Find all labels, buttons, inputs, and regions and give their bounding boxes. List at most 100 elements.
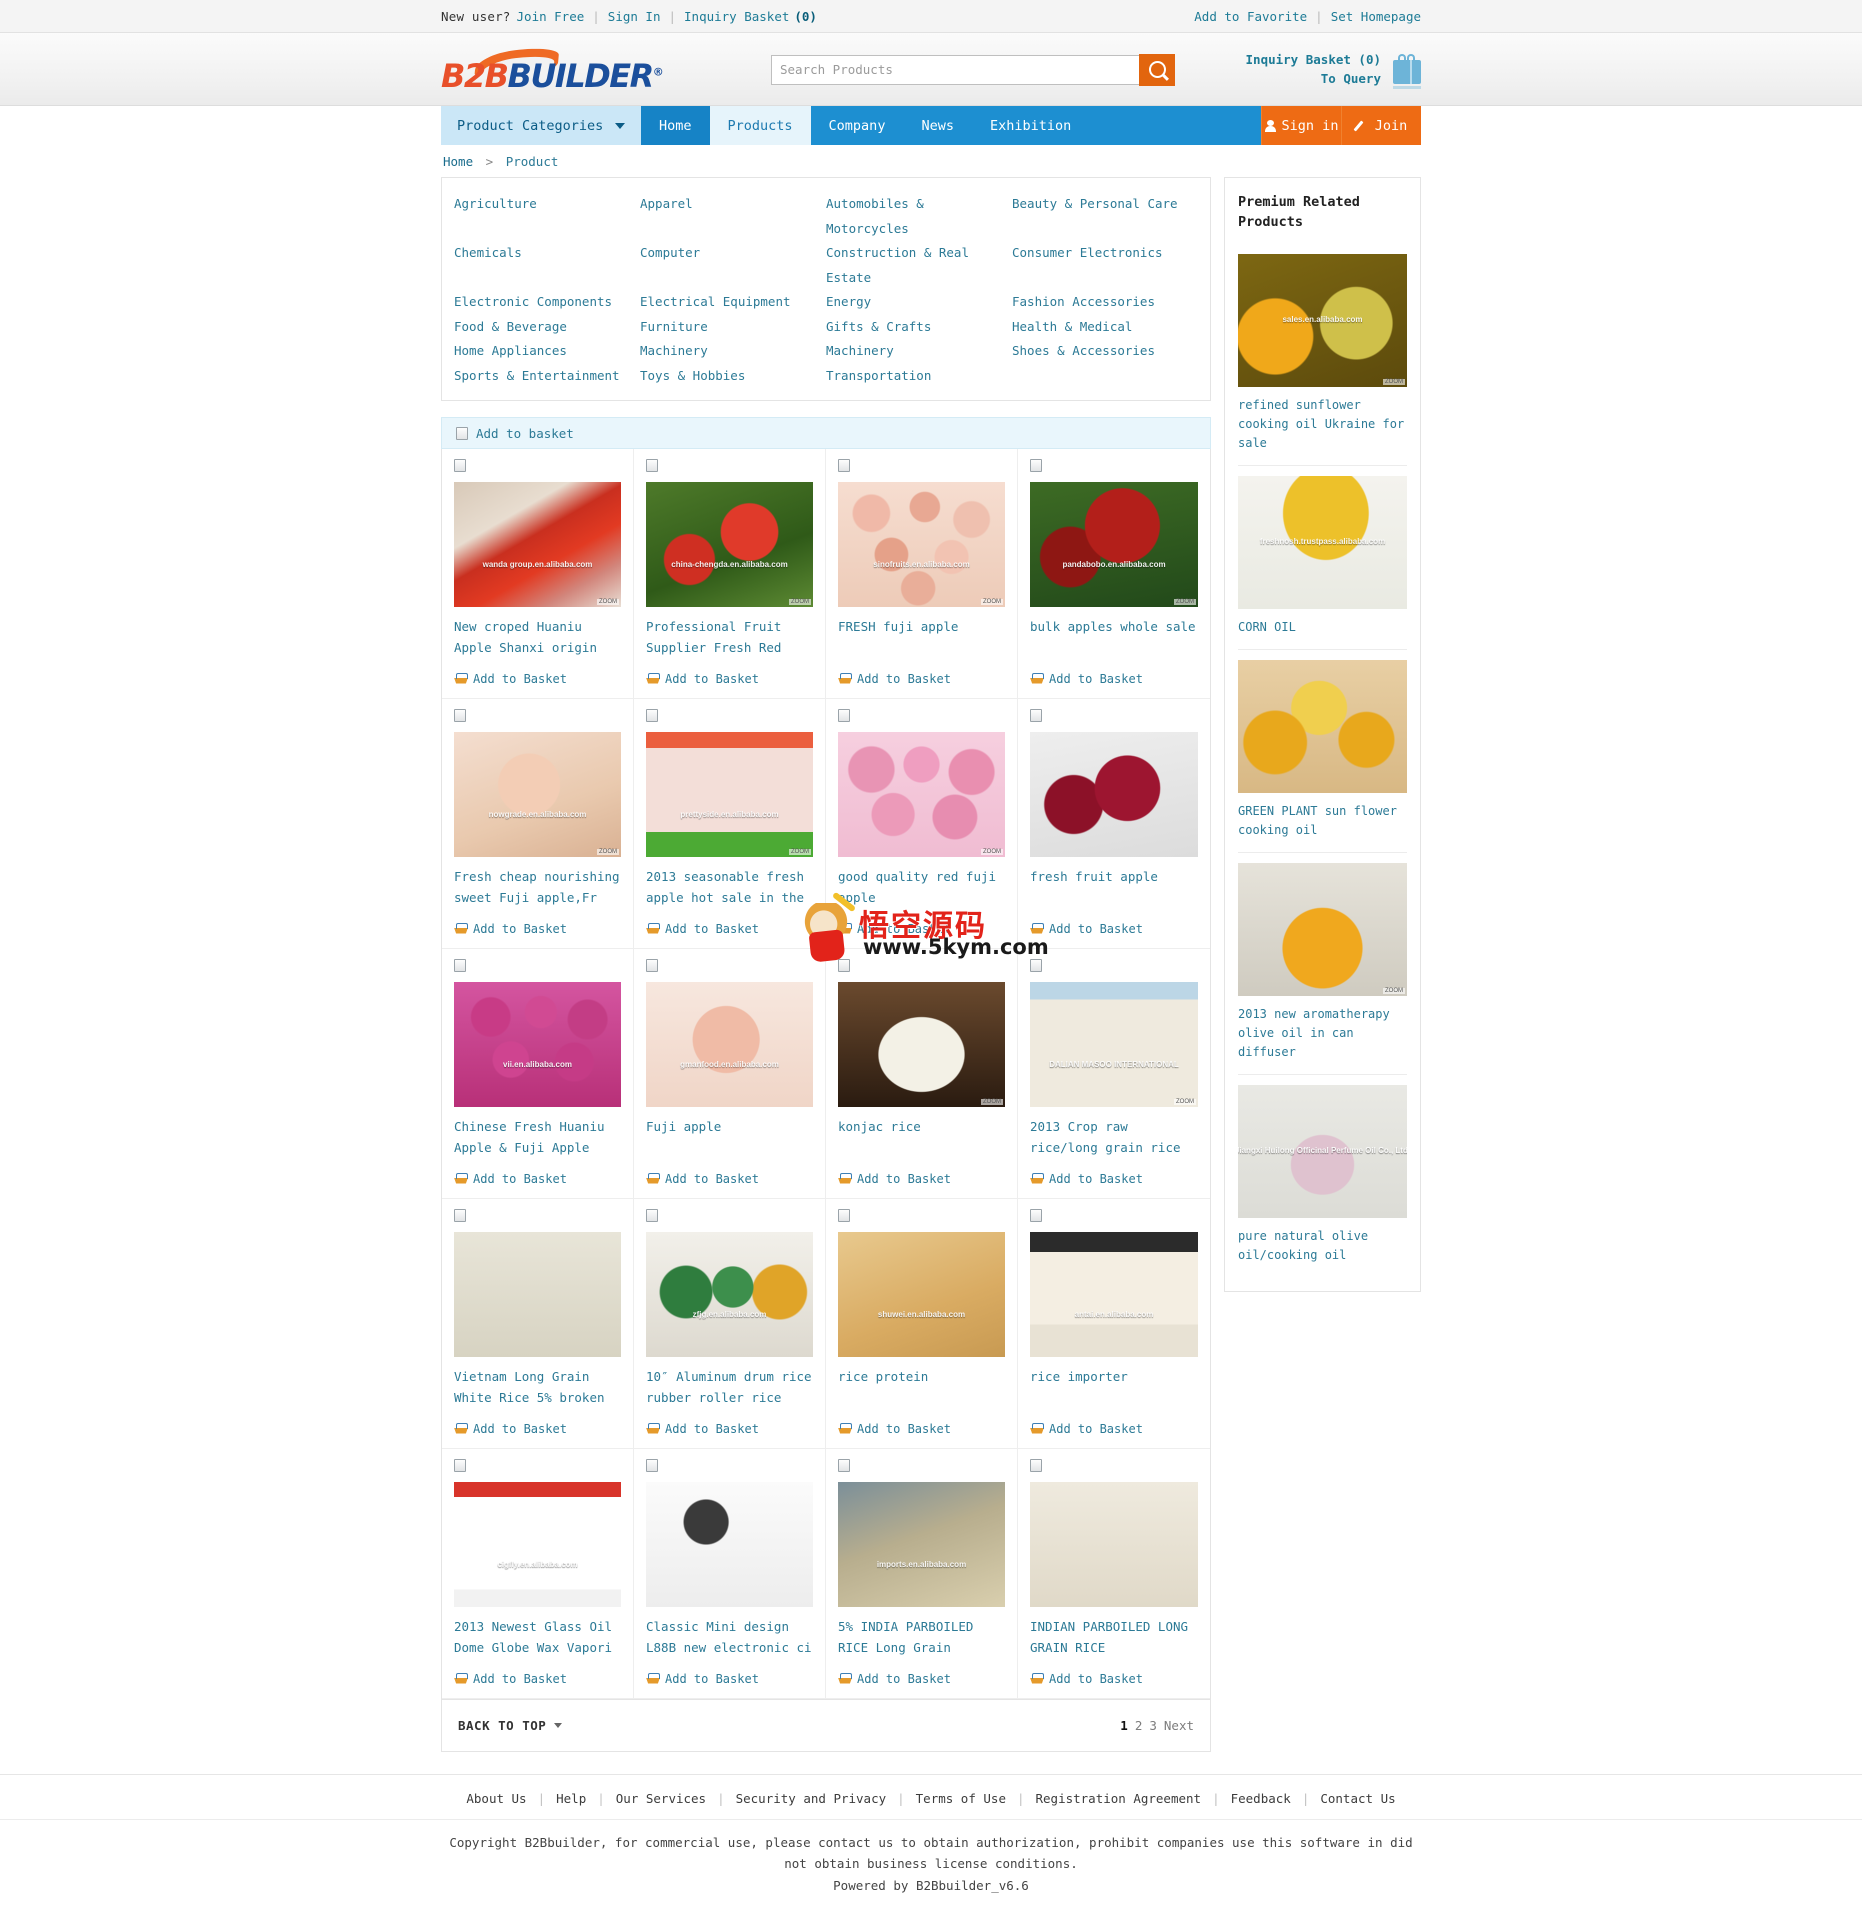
footer-link-security-and-privacy[interactable]: Security and Privacy — [736, 1791, 887, 1806]
product-title-link[interactable]: rice protein — [838, 1366, 1005, 1387]
search-input[interactable] — [771, 54, 1139, 85]
category-link-transportation[interactable]: Transportation — [826, 364, 1012, 389]
add-to-basket-link[interactable]: Add to Basket — [473, 1172, 567, 1186]
add-to-basket-link[interactable]: Add to Basket — [1049, 922, 1143, 936]
product-add-to-basket[interactable]: Add to Basket — [838, 1672, 951, 1686]
category-link-home-appliances[interactable]: Home Appliances — [454, 339, 640, 364]
product-add-to-basket[interactable]: Add to Basket — [646, 1172, 759, 1186]
product-title-link[interactable]: Classic Mini design L88B new electronic … — [646, 1616, 813, 1658]
add-to-basket-link[interactable]: Add to Basket — [857, 672, 951, 686]
category-link-shoes-accessories[interactable]: Shoes & Accessories — [1012, 339, 1198, 364]
product-select-checkbox[interactable] — [454, 709, 466, 722]
product-add-to-basket[interactable]: Add to Basket — [838, 672, 951, 686]
product-title-link[interactable]: fresh fruit apple — [1030, 866, 1198, 887]
product-title-link[interactable]: Fresh cheap nourishing sweet Fuji apple,… — [454, 866, 621, 908]
category-link-machinery[interactable]: Machinery — [826, 339, 1012, 364]
product-select-checkbox[interactable] — [454, 459, 466, 472]
footer-link-terms-of-use[interactable]: Terms of Use — [916, 1791, 1006, 1806]
footer-link-registration-agreement[interactable]: Registration Agreement — [1036, 1791, 1202, 1806]
add-to-basket-link[interactable]: Add to Basket — [1049, 672, 1143, 686]
product-select-checkbox[interactable] — [838, 1209, 850, 1222]
sign-in-link[interactable]: Sign In — [608, 9, 661, 24]
nav-join-button[interactable]: Join — [1341, 106, 1421, 145]
product-title-link[interactable]: bulk apples whole sale — [1030, 616, 1198, 637]
add-to-basket-link[interactable]: Add to Basket — [857, 1172, 951, 1186]
product-title-link[interactable]: INDIAN PARBOILED LONG GRAIN RICE — [1030, 1616, 1198, 1658]
category-link-computer[interactable]: Computer — [640, 241, 826, 290]
checkbox-icon[interactable] — [456, 426, 468, 440]
pagination-page-3[interactable]: 3 — [1149, 1718, 1157, 1733]
nav-item-company[interactable]: Company — [811, 106, 904, 145]
sidebar-product-image[interactable]: Jiangxi Huilong Officinal Perfume Oil Co… — [1238, 1085, 1407, 1218]
product-thumbnail[interactable] — [646, 1482, 813, 1607]
category-link-electronic-components[interactable]: Electronic Components — [454, 290, 640, 315]
product-title-link[interactable]: 5% INDIA PARBOILED RICE Long Grain $400F… — [838, 1616, 1005, 1660]
add-to-basket-link[interactable]: Add to Basket — [665, 922, 759, 936]
product-add-to-basket[interactable]: Add to Basket — [1030, 1172, 1143, 1186]
add-to-basket-link[interactable]: Add to Basket — [857, 1422, 951, 1436]
product-thumbnail[interactable] — [1030, 732, 1198, 857]
product-select-checkbox[interactable] — [838, 709, 850, 722]
category-link-food-beverage[interactable]: Food & Beverage — [454, 315, 640, 340]
category-link-automobiles-motorcycles[interactable]: Automobiles & Motorcycles — [826, 192, 1012, 241]
product-thumbnail[interactable]: zfjg.en.alibaba.com — [646, 1232, 813, 1357]
category-link-fashion-accessories[interactable]: Fashion Accessories — [1012, 290, 1198, 315]
product-add-to-basket[interactable]: Add to Basket — [1030, 1672, 1143, 1686]
sidebar-product-caption[interactable]: refined sunflower cooking oil Ukraine fo… — [1238, 396, 1407, 453]
category-link-electrical-equipment[interactable]: Electrical Equipment — [640, 290, 826, 315]
product-select-checkbox[interactable] — [838, 1459, 850, 1472]
product-thumbnail[interactable] — [454, 1232, 621, 1357]
join-free-link[interactable]: Join Free — [517, 9, 585, 24]
product-thumbnail[interactable]: china-chengda.en.alibaba.com ZOOM — [646, 482, 813, 607]
product-select-checkbox[interactable] — [646, 709, 658, 722]
product-add-to-basket[interactable]: Add to Basket — [646, 1422, 759, 1436]
category-link-construction-real-estate[interactable]: Construction & Real Estate — [826, 241, 1012, 290]
add-to-basket-link[interactable]: Add to Basket — [473, 922, 567, 936]
product-thumbnail[interactable]: ZOOM — [838, 732, 1005, 857]
product-add-to-basket[interactable]: Add to Basket — [838, 1422, 951, 1436]
product-title-link[interactable]: Chinese Fresh Huaniu Apple & Fuji Apple — [454, 1116, 621, 1158]
product-thumbnail[interactable]: cigfly.en.alibaba.com — [454, 1482, 621, 1607]
product-thumbnail[interactable]: nowgrade.en.alibaba.com ZOOM — [454, 732, 621, 857]
product-thumbnail[interactable]: ZOOM — [838, 982, 1005, 1107]
product-title-link[interactable]: konjac rice — [838, 1116, 1005, 1137]
header-to-query-link[interactable]: To Query — [1246, 70, 1381, 89]
product-select-checkbox[interactable] — [646, 1209, 658, 1222]
product-add-to-basket[interactable]: Add to Basket — [646, 672, 759, 686]
product-title-link[interactable]: good quality red fuji apple — [838, 866, 1005, 908]
add-to-basket-link[interactable]: Add to Basket — [1049, 1672, 1143, 1686]
product-title-link[interactable]: Fuji apple — [646, 1116, 813, 1137]
product-select-checkbox[interactable] — [1030, 959, 1042, 972]
add-to-basket-link[interactable]: Add to Basket — [857, 1672, 951, 1686]
product-title-link[interactable]: FRESH fuji apple — [838, 616, 1005, 637]
product-title-link[interactable]: rice importer — [1030, 1366, 1198, 1387]
add-to-basket-link[interactable]: Add to Basket — [473, 1672, 567, 1686]
product-add-to-basket[interactable]: Add to Basket — [454, 1672, 567, 1686]
nav-item-news[interactable]: News — [903, 106, 972, 145]
site-logo[interactable]: B2BBUILDER® — [441, 44, 664, 94]
product-thumbnail[interactable]: gmanfood.en.alibaba.com — [646, 982, 813, 1107]
product-select-checkbox[interactable] — [646, 959, 658, 972]
category-link-agriculture[interactable]: Agriculture — [454, 192, 640, 241]
product-title-link[interactable]: 2013 Crop raw rice/long grain rice — [1030, 1116, 1198, 1158]
category-link-machinery[interactable]: Machinery — [640, 339, 826, 364]
back-to-top-button[interactable]: BACK TO TOP — [458, 1718, 563, 1733]
product-title-link[interactable]: 10″ Aluminum drum rice rubber roller ric… — [646, 1366, 813, 1408]
add-to-basket-link[interactable]: Add to Basket — [857, 922, 951, 936]
sidebar-product-image[interactable]: ZOOM — [1238, 863, 1407, 996]
sidebar-product-caption[interactable]: GREEN PLANT sun flower cooking oil — [1238, 802, 1407, 840]
sidebar-product-image[interactable]: sales.en.alibaba.com ZOOM — [1238, 254, 1407, 387]
category-link-sports-entertainment[interactable]: Sports & Entertainment — [454, 364, 640, 389]
nav-item-exhibition[interactable]: Exhibition — [972, 106, 1089, 145]
product-add-to-basket[interactable]: Add to Basket — [646, 1672, 759, 1686]
sidebar-product-caption[interactable]: CORN OIL — [1238, 618, 1407, 637]
category-link-health-medical[interactable]: Health & Medical — [1012, 315, 1198, 340]
product-select-checkbox[interactable] — [1030, 1209, 1042, 1222]
footer-link-help[interactable]: Help — [556, 1791, 586, 1806]
set-homepage-link[interactable]: Set Homepage — [1331, 9, 1421, 24]
add-to-basket-link[interactable]: Add to Basket — [1049, 1422, 1143, 1436]
product-thumbnail[interactable]: imports.en.alibaba.com — [838, 1482, 1005, 1607]
footer-link-feedback[interactable]: Feedback — [1231, 1791, 1291, 1806]
category-link-chemicals[interactable]: Chemicals — [454, 241, 640, 290]
product-title-link[interactable]: Vietnam Long Grain White Rice 5% broken — [454, 1366, 621, 1408]
